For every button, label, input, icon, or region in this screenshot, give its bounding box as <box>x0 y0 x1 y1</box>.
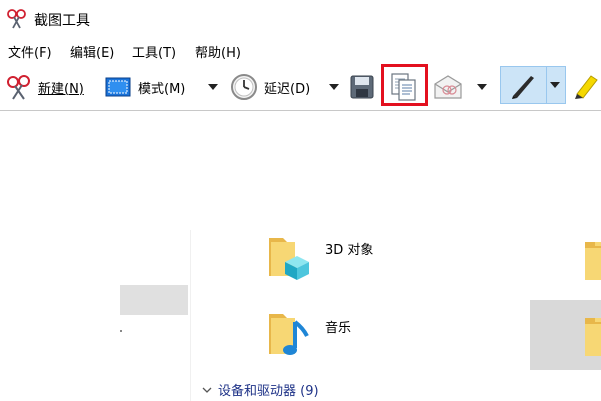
mode-button[interactable]: 模式(M) <box>104 68 185 106</box>
nav-selected-block <box>120 285 188 315</box>
menu-bar: 文件(F) 编辑(E) 工具(T) 帮助(H) <box>0 38 601 62</box>
music-folder-icon[interactable] <box>265 310 315 358</box>
rectangle-mode-icon <box>105 77 131 97</box>
pen-tool-button[interactable] <box>500 66 566 104</box>
3d-objects-folder-icon[interactable] <box>265 232 315 280</box>
delay-button-label: 延迟(D) <box>264 81 311 97</box>
snipping-tool-app-icon <box>7 9 26 29</box>
delay-button[interactable]: 延迟(D) <box>230 68 310 106</box>
partial-folder-icon[interactable] <box>585 236 601 284</box>
pen-split-divider <box>546 66 547 104</box>
devices-group-label: 设备和驱动器 (9) <box>218 384 319 399</box>
pen-dropdown-arrow[interactable] <box>550 82 560 88</box>
highlighter-icon[interactable] <box>571 70 601 100</box>
window-title: 截图工具 <box>34 13 90 29</box>
menu-edit[interactable]: 编辑(E) <box>70 42 114 61</box>
mode-dropdown-arrow[interactable] <box>208 84 218 90</box>
devices-group-header[interactable]: 设备和驱动器 (9) <box>202 380 319 399</box>
title-bar: 截图工具 <box>0 0 601 38</box>
save-button[interactable] <box>349 68 375 106</box>
menu-help[interactable]: 帮助(H) <box>195 42 241 61</box>
menu-tools[interactable]: 工具(T) <box>132 42 176 61</box>
folder-label-3d-objects[interactable]: 3D 对象 <box>325 239 373 258</box>
delay-dropdown-arrow[interactable] <box>329 84 339 90</box>
clock-icon <box>231 74 257 100</box>
send-dropdown-arrow[interactable] <box>477 84 487 90</box>
folder-label-music[interactable]: 音乐 <box>325 317 351 336</box>
nav-pane-divider <box>190 230 191 401</box>
menu-file[interactable]: 文件(F) <box>8 42 52 61</box>
nav-dot <box>120 330 122 332</box>
pen-icon <box>512 76 534 99</box>
floppy-disk-icon <box>350 75 374 99</box>
send-snip-button[interactable] <box>433 68 463 106</box>
new-button[interactable]: 新建(N) <box>4 68 84 106</box>
mode-button-label: 模式(M) <box>138 81 186 97</box>
envelope-icon <box>434 75 462 99</box>
chevron-down-icon <box>202 387 212 393</box>
new-snip-icon <box>7 75 30 100</box>
partial-folder-icon-2[interactable] <box>585 312 601 360</box>
copy-button-highlight <box>381 64 428 106</box>
new-button-label: 新建(N) <box>38 81 84 97</box>
